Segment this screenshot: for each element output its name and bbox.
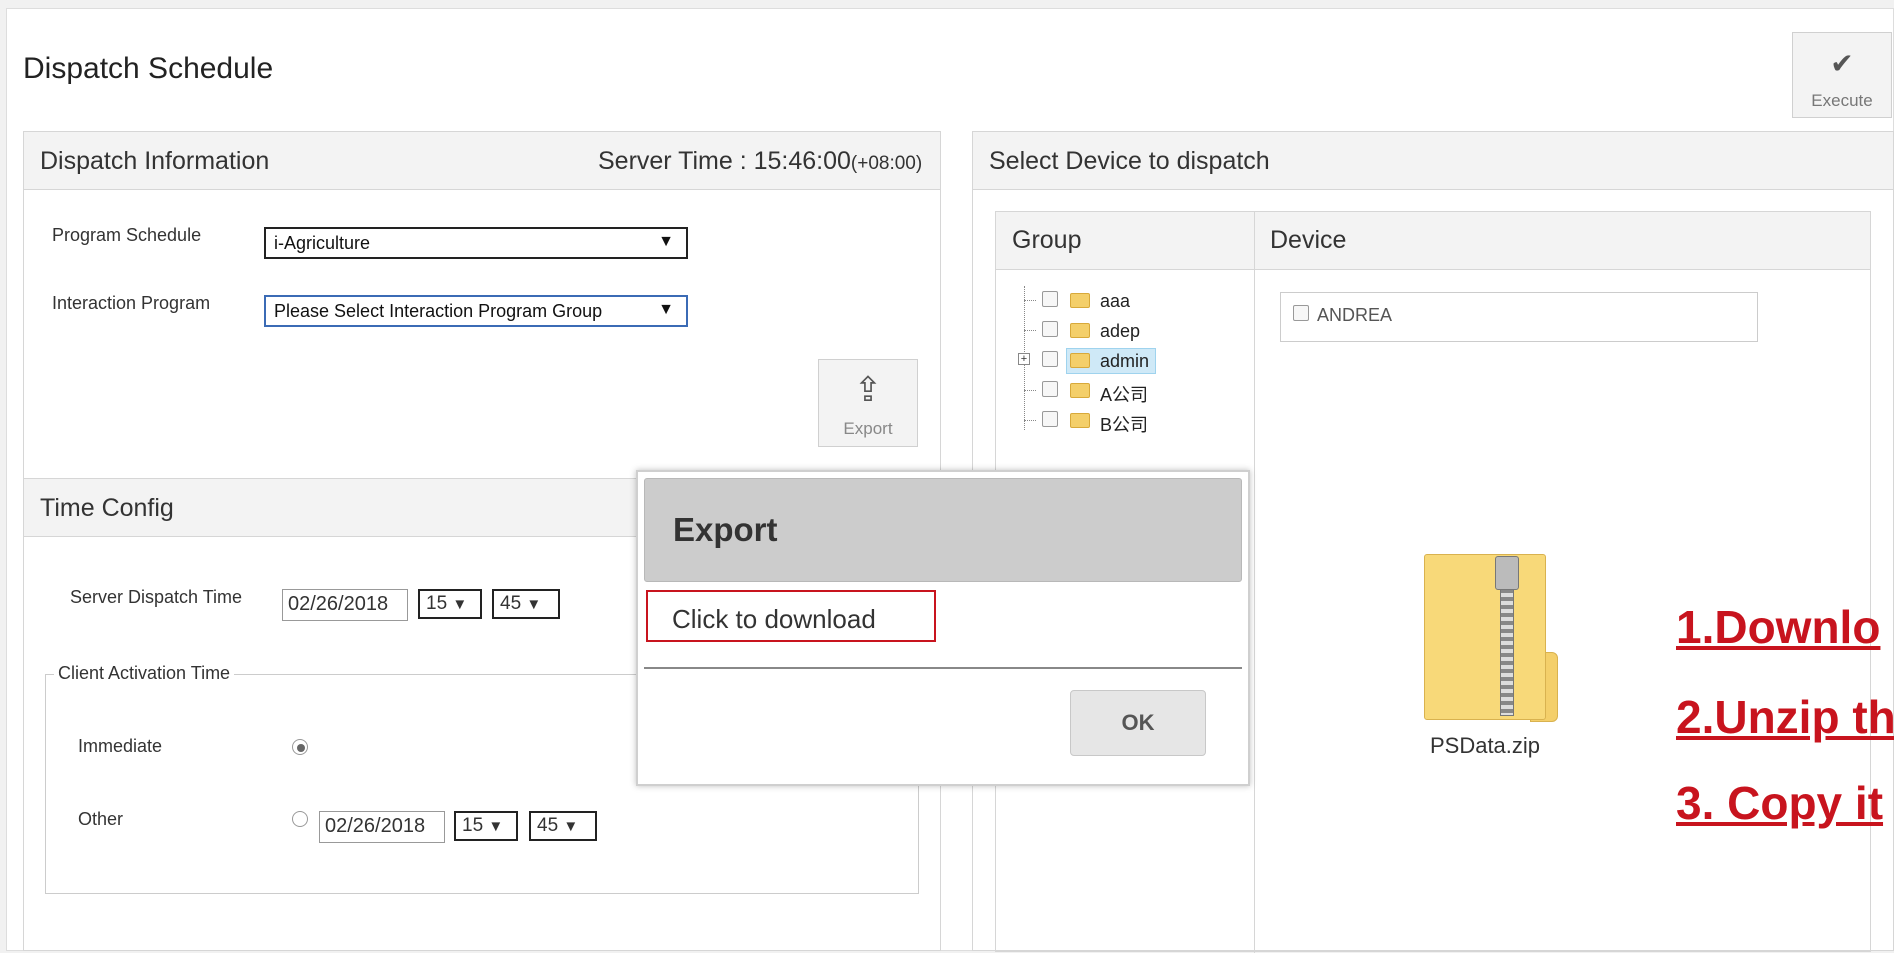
folder-icon <box>1070 383 1090 398</box>
group-checkbox[interactable] <box>1042 381 1058 397</box>
other-label: Other <box>78 809 124 829</box>
server-minute-select[interactable]: 45 ▼ <box>492 589 560 619</box>
program-schedule-value: i-Agriculture <box>274 233 371 253</box>
dropdown-arrow-icon: ▼ <box>658 301 674 318</box>
server-time: Server Time : 15:46:00(+08:00) <box>598 147 922 176</box>
execute-label: Execute <box>1811 91 1873 110</box>
download-link-text: Click to download <box>672 604 876 634</box>
other-hour-value: 15 <box>462 815 484 836</box>
interaction-program-select[interactable]: Please Select Interaction Program Group … <box>264 295 688 327</box>
server-time-label: Server Time : 15:46:00 <box>598 147 851 175</box>
panel-title: Select Device to dispatch <box>989 147 1270 175</box>
folder-icon <box>1070 323 1090 338</box>
zipper-pull-icon <box>1495 556 1519 590</box>
timezone-label: (+08:00) <box>850 153 923 174</box>
column-divider <box>1254 212 1255 953</box>
table-header <box>996 212 1870 270</box>
group-checkbox[interactable] <box>1042 411 1058 427</box>
other-radio[interactable] <box>292 811 308 827</box>
other-date-input[interactable]: 02/26/2018 <box>319 811 445 843</box>
export-button[interactable]: ⇪ Export <box>818 359 918 447</box>
tree-connector <box>1024 300 1036 301</box>
panel-title: Time Config <box>40 494 174 522</box>
dispatch-information-panel: Dispatch Information Server Time : 15:46… <box>23 131 941 481</box>
program-schedule-select[interactable]: i-Agriculture ▼ <box>264 227 688 259</box>
share-icon: ⇪ <box>853 371 883 409</box>
folder-icon <box>1070 353 1090 368</box>
device-label: ANDREA <box>1317 305 1393 325</box>
export-label: Export <box>843 419 893 438</box>
group-item-b-company[interactable]: B公司 <box>1100 411 1148 437</box>
zip-file-label: PSData.zip <box>1429 733 1541 758</box>
ok-button[interactable]: OK <box>1070 690 1206 756</box>
client-activation-legend: Client Activation Time <box>54 663 235 684</box>
download-link[interactable]: Click to download <box>646 590 936 642</box>
group-item-a-company[interactable]: A公司 <box>1100 381 1148 407</box>
immediate-radio[interactable] <box>292 739 308 755</box>
immediate-label: Immediate <box>78 736 163 756</box>
export-dialog: Export Click to download OK <box>636 470 1250 786</box>
dropdown-arrow-icon: ▼ <box>526 596 542 613</box>
zip-file-icon <box>1424 554 1546 720</box>
tree-connector <box>1024 330 1036 331</box>
group-checkbox[interactable] <box>1042 351 1058 367</box>
dropdown-arrow-icon: ▼ <box>563 818 579 835</box>
device-item[interactable]: ANDREA <box>1280 292 1758 342</box>
interaction-program-value: Please Select Interaction Program Group <box>274 301 603 321</box>
group-header: Group <box>1012 226 1082 254</box>
group-item-admin[interactable]: admin <box>1100 351 1149 372</box>
group-item-adep[interactable]: adep <box>1100 321 1140 342</box>
dropdown-arrow-icon: ▼ <box>658 233 674 250</box>
dropdown-arrow-icon: ▼ <box>452 596 468 613</box>
instruction-note-1: 1.Downlo <box>1676 601 1881 653</box>
dialog-header: Export <box>644 478 1242 582</box>
execute-button[interactable]: ✔ Execute <box>1792 32 1892 118</box>
other-hour-select[interactable]: 15 ▼ <box>454 811 518 841</box>
server-hour-select[interactable]: 15 ▼ <box>418 589 482 619</box>
dialog-divider <box>644 667 1242 669</box>
device-checkbox[interactable] <box>1293 305 1309 321</box>
server-hour-value: 15 <box>426 593 448 614</box>
dropdown-arrow-icon: ▼ <box>488 818 504 835</box>
tree-connector <box>1024 420 1036 421</box>
program-schedule-label: Program Schedule <box>52 225 202 245</box>
group-checkbox[interactable] <box>1042 291 1058 307</box>
dialog-title: Export <box>673 511 778 548</box>
folder-icon <box>1070 293 1090 308</box>
group-checkbox[interactable] <box>1042 321 1058 337</box>
folder-icon <box>1070 413 1090 428</box>
other-minute-select[interactable]: 45 ▼ <box>529 811 597 841</box>
device-header: Device <box>1270 226 1347 254</box>
group-item-aaa[interactable]: aaa <box>1100 291 1130 312</box>
panel-title: Dispatch Information <box>40 147 270 175</box>
instruction-note-2: 2.Unzip th <box>1676 691 1894 743</box>
server-minute-value: 45 <box>500 593 522 614</box>
page-title: Dispatch Schedule <box>23 52 274 85</box>
tree-connector <box>1024 390 1036 391</box>
interaction-program-label: Interaction Program <box>52 293 211 313</box>
check-icon: ✔ <box>1830 48 1854 79</box>
server-dispatch-date-input[interactable]: 02/26/2018 <box>282 589 408 621</box>
server-dispatch-time-label: Server Dispatch Time <box>70 587 243 607</box>
instruction-note-3: 3. Copy it <box>1676 777 1884 829</box>
expand-icon[interactable]: + <box>1018 353 1030 365</box>
other-minute-value: 45 <box>537 815 559 836</box>
